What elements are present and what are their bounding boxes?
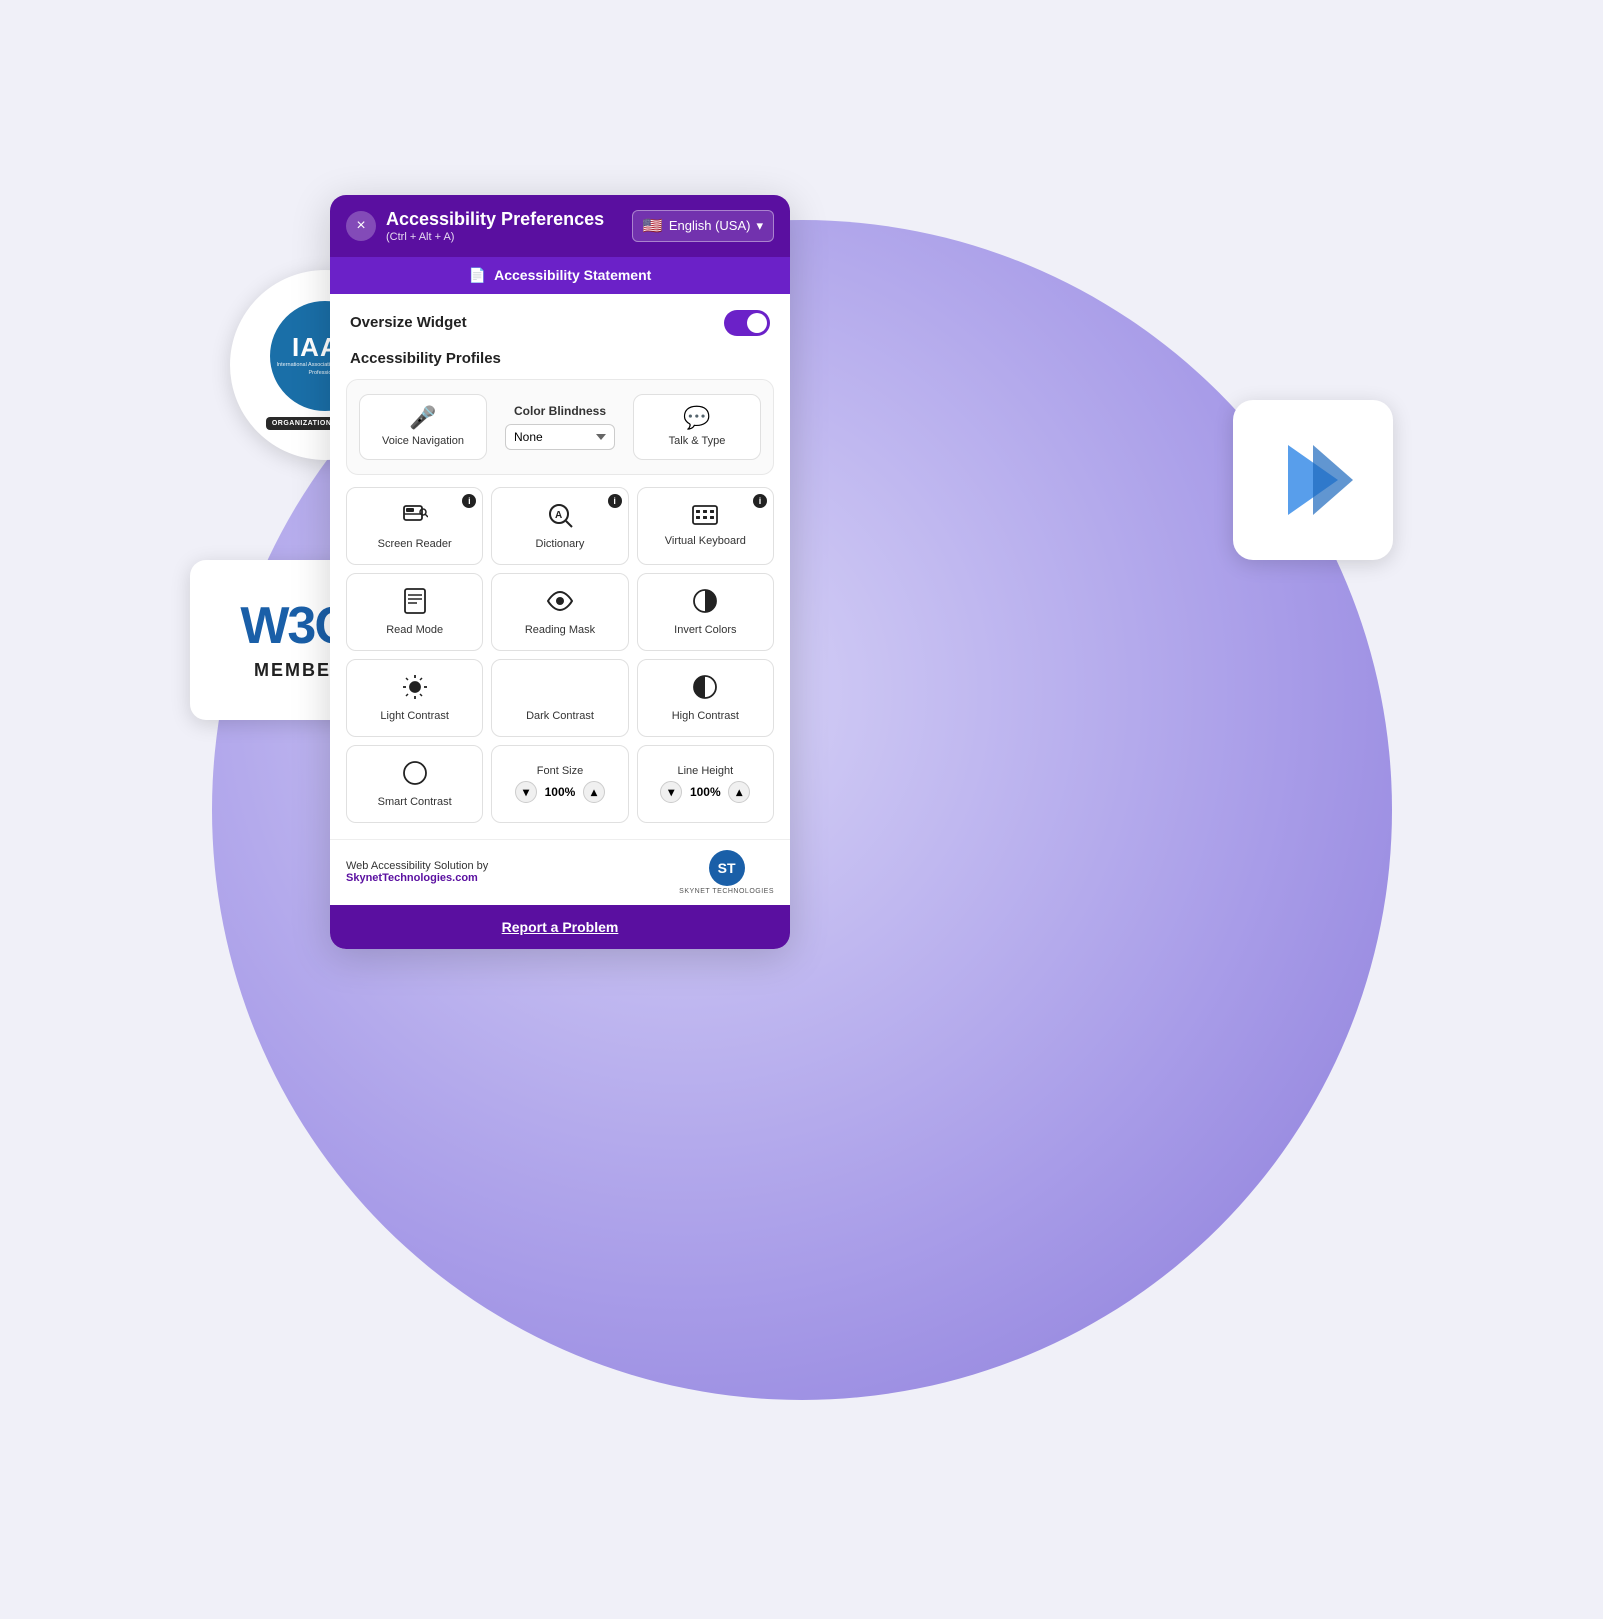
profile-voice-navigation[interactable]: 🎤 Voice Navigation (359, 394, 487, 460)
arrow-card (1233, 400, 1393, 560)
read-mode-icon (403, 588, 427, 618)
profile-talk-type[interactable]: 💬 Talk & Type (633, 394, 761, 460)
arrow-icon (1268, 435, 1358, 525)
high-contrast-icon (692, 674, 718, 704)
reading-mask-label: Reading Mask (525, 624, 595, 636)
line-height-label: Line Height (677, 765, 733, 777)
feature-reading-mask[interactable]: Reading Mask (491, 573, 628, 651)
color-blindness-select[interactable]: None Protanopia Deuteranopia Tritanopia (505, 424, 615, 450)
language-selector[interactable]: 🇺🇸 English (USA) ▾ (632, 210, 774, 242)
footer-line1: Web Accessibility Solution by (346, 860, 488, 872)
statement-icon: 📄 (469, 267, 486, 284)
accessibility-statement-bar[interactable]: 📄 Accessibility Statement (330, 257, 790, 294)
oversize-widget-row: Oversize Widget (346, 310, 774, 336)
feature-light-contrast[interactable]: Light Contrast (346, 659, 483, 737)
close-button[interactable]: × (346, 211, 376, 241)
st-logo-text: SKYNET TECHNOLOGIES (679, 888, 774, 895)
feature-invert-colors[interactable]: Invert Colors (637, 573, 774, 651)
panel-header: × Accessibility Preferences (Ctrl + Alt … (330, 195, 790, 257)
font-size-value: 100% (541, 785, 579, 799)
svg-text:A: A (555, 510, 562, 521)
color-blindness-label: Color Blindness (514, 404, 606, 418)
oversize-label: Oversize Widget (350, 314, 467, 331)
dark-contrast-icon (547, 674, 573, 704)
profiles-label: Accessibility Profiles (346, 350, 774, 367)
screen-reader-icon (402, 502, 428, 532)
feature-screen-reader[interactable]: i Screen Reader (346, 487, 483, 565)
feature-dark-contrast[interactable]: Dark Contrast (491, 659, 628, 737)
smart-contrast-label: Smart Contrast (378, 796, 452, 808)
close-icon: × (356, 217, 365, 235)
line-height-value: 100% (686, 785, 724, 799)
reading-mask-icon (547, 588, 573, 618)
feature-read-mode[interactable]: Read Mode (346, 573, 483, 651)
oversize-toggle[interactable] (724, 310, 770, 336)
flag-icon: 🇺🇸 (643, 216, 663, 236)
panel-header-left: × Accessibility Preferences (Ctrl + Alt … (346, 209, 604, 243)
font-size-controls: ▾ 100% ▴ (515, 781, 605, 803)
font-size-decrease[interactable]: ▾ (515, 781, 537, 803)
panel-title-main: Accessibility Preferences (386, 209, 604, 231)
profile-row: 🎤 Voice Navigation Color Blindness None … (359, 392, 761, 462)
invert-colors-icon (692, 588, 718, 618)
read-mode-label: Read Mode (386, 624, 443, 636)
footer-text: Web Accessibility Solution by SkynetTech… (346, 860, 488, 884)
talk-type-icon: 💬 (683, 407, 710, 429)
report-bar[interactable]: Report a Problem (330, 905, 790, 949)
panel-body: Oversize Widget Accessibility Profiles 🎤… (330, 294, 790, 839)
bottom-row: Smart Contrast Font Size ▾ 100% ▴ Line H… (346, 745, 774, 823)
features-grid: i Screen Reader i (346, 487, 774, 737)
dictionary-label: Dictionary (536, 538, 585, 550)
line-height-stepper: Line Height ▾ 100% ▴ (637, 745, 774, 823)
accessibility-panel: × Accessibility Preferences (Ctrl + Alt … (330, 195, 790, 949)
dictionary-info[interactable]: i (608, 494, 622, 508)
font-size-stepper: Font Size ▾ 100% ▴ (491, 745, 628, 823)
line-height-increase[interactable]: ▴ (728, 781, 750, 803)
font-size-increase[interactable]: ▴ (583, 781, 605, 803)
feature-virtual-keyboard[interactable]: i Virtual Keyboard (637, 487, 774, 565)
footer-logo: ST SKYNET TECHNOLOGIES (679, 850, 774, 895)
report-label[interactable]: Report a Problem (502, 919, 619, 935)
feature-smart-contrast[interactable]: Smart Contrast (346, 745, 483, 823)
profiles-section: 🎤 Voice Navigation Color Blindness None … (346, 379, 774, 475)
panel-title: Accessibility Preferences (Ctrl + Alt + … (386, 209, 604, 243)
profile-color-blindness: Color Blindness None Protanopia Deuteran… (497, 392, 623, 462)
light-contrast-label: Light Contrast (380, 710, 448, 722)
panel-footer: Web Accessibility Solution by SkynetTech… (330, 839, 790, 905)
screen-reader-label: Screen Reader (378, 538, 452, 550)
invert-colors-label: Invert Colors (674, 624, 736, 636)
font-size-label: Font Size (537, 765, 583, 777)
line-height-controls: ▾ 100% ▴ (660, 781, 750, 803)
talk-type-label: Talk & Type (669, 435, 726, 447)
dark-contrast-label: Dark Contrast (526, 710, 594, 722)
virtual-keyboard-icon (692, 505, 718, 529)
virtual-keyboard-info[interactable]: i (753, 494, 767, 508)
panel-title-shortcut: (Ctrl + Alt + A) (386, 231, 604, 243)
dictionary-icon: A (547, 502, 573, 532)
line-height-decrease[interactable]: ▾ (660, 781, 682, 803)
statement-label: Accessibility Statement (494, 267, 651, 283)
smart-contrast-icon (402, 760, 428, 790)
feature-high-contrast[interactable]: High Contrast (637, 659, 774, 737)
virtual-keyboard-label: Virtual Keyboard (665, 535, 746, 547)
voice-nav-icon: 🎤 (409, 407, 436, 429)
footer-link[interactable]: SkynetTechnologies.com (346, 872, 478, 884)
voice-nav-label: Voice Navigation (382, 435, 464, 447)
scene: IAAP International Association of Access… (0, 0, 1603, 1619)
chevron-down-icon: ▾ (756, 218, 763, 234)
language-label: English (USA) (669, 218, 751, 233)
feature-dictionary[interactable]: i A Dictionary (491, 487, 628, 565)
high-contrast-label: High Contrast (672, 710, 739, 722)
st-logo-circle: ST (709, 850, 745, 886)
light-contrast-icon (402, 674, 428, 704)
screen-reader-info[interactable]: i (462, 494, 476, 508)
